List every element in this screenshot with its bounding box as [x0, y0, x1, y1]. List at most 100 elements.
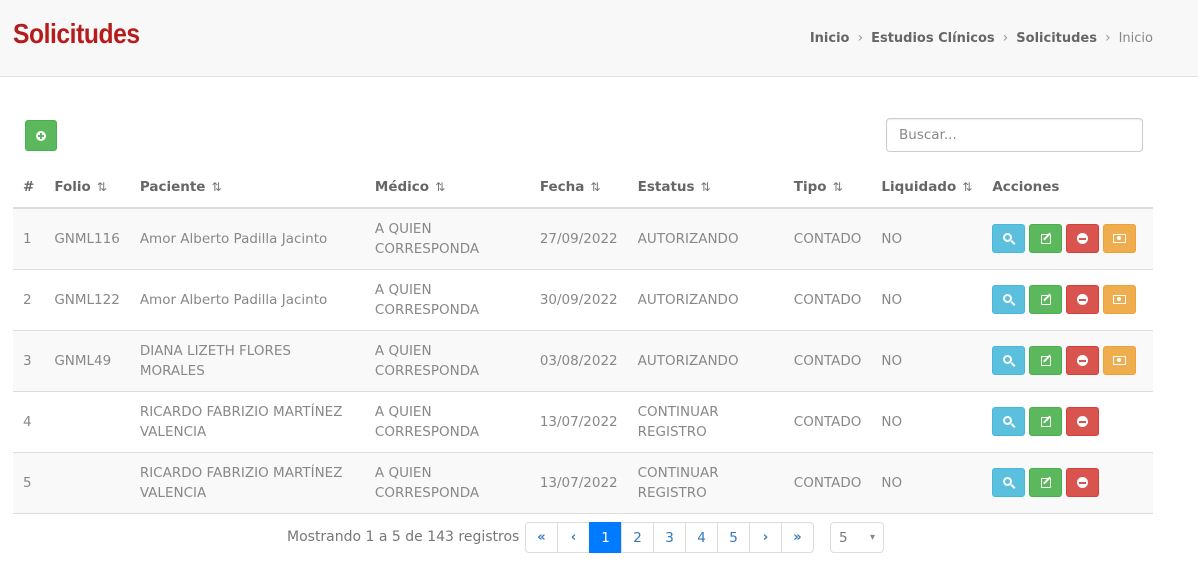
cell-liquidado: NO [871, 207, 983, 269]
edit-button[interactable] [1029, 224, 1063, 254]
sort-icon[interactable]: ⇅ [97, 180, 107, 194]
cell-paciente: RICARDO FABRIZIO MARTÍNEZ VALENCIA [129, 390, 365, 452]
cell-medico: A QUIEN CORRESPONDA [364, 451, 530, 514]
cell-actions [982, 329, 1153, 391]
view-button[interactable] [992, 285, 1026, 314]
cancel-button[interactable] [1066, 346, 1100, 375]
column-header-label: Tipo [793, 178, 827, 195]
sort-icon[interactable]: ⇅ [962, 180, 972, 194]
search-icon [1003, 294, 1013, 303]
sort-icon[interactable]: ⇅ [211, 180, 221, 194]
search-icon [1003, 416, 1013, 425]
column-header-medico[interactable]: Médico ⇅ [364, 166, 530, 209]
cell-tipo: CONTADO [783, 268, 872, 330]
page-button-5[interactable]: 5 [717, 522, 750, 553]
row-actions [992, 346, 1143, 375]
edit-icon [1040, 233, 1051, 244]
cell-liquidado: NO [871, 329, 983, 391]
table-header-row: # Folio ⇅ Paciente ⇅ Médico ⇅ Fecha ⇅ Estatus ⇅ Tip… [13, 166, 1153, 209]
view-button[interactable] [992, 224, 1026, 254]
cell-estatus: AUTORIZANDO [627, 329, 784, 391]
page-button-3[interactable]: 3 [653, 522, 686, 553]
cell-num: 3 [13, 329, 45, 391]
cell-medico: A QUIEN CORRESPONDA [364, 390, 530, 452]
edit-button[interactable] [1029, 346, 1063, 375]
cancel-button[interactable] [1066, 224, 1100, 254]
search-icon [1003, 355, 1013, 364]
cancel-button[interactable] [1066, 407, 1100, 436]
cell-fecha: 27/09/2022 [529, 207, 628, 269]
chevron-down-icon: ▾ [869, 532, 875, 543]
page-title: Solicitudes [13, 18, 140, 49]
page-size-select[interactable]: 5 ▾ [830, 522, 884, 553]
column-header-label: Folio [54, 178, 91, 195]
cell-folio: GNML49 [44, 329, 130, 391]
table-row: 4 RICARDO FABRIZIO MARTÍNEZ VALENCIA A QUI… [13, 390, 1153, 452]
cell-paciente: Amor Alberto Padilla Jacinto [129, 207, 365, 269]
first-page-button[interactable]: « [525, 522, 558, 553]
row-actions [992, 407, 1143, 436]
column-header-label: # [23, 178, 35, 195]
payment-button[interactable] [1103, 224, 1137, 254]
add-request-button[interactable] [25, 120, 57, 151]
cell-fecha: 03/08/2022 [529, 329, 628, 391]
column-header-acciones: Acciones [982, 166, 1153, 209]
next-page-button[interactable]: › [749, 522, 782, 553]
cell-num: 5 [13, 451, 45, 514]
edit-button[interactable] [1029, 407, 1063, 436]
column-header-label: Médico [374, 178, 430, 195]
view-button[interactable] [992, 346, 1026, 375]
table-row: 3 GNML49 DIANA LIZETH FLORES MORALES A QUIE… [13, 329, 1153, 391]
column-header-fecha[interactable]: Fecha ⇅ [529, 166, 628, 209]
cell-tipo: CONTADO [783, 390, 872, 452]
column-header-folio[interactable]: Folio ⇅ [44, 166, 130, 209]
minus-circle-icon [1077, 233, 1089, 245]
cell-fecha: 30/09/2022 [529, 268, 628, 330]
column-header-paciente[interactable]: Paciente ⇅ [129, 166, 365, 209]
requests-table: # Folio ⇅ Paciente ⇅ Médico ⇅ Fecha ⇅ Estatus ⇅ Tip… [13, 166, 1153, 514]
breadcrumb-item-estudios[interactable]: Estudios Clínicos [871, 31, 995, 46]
money-icon [1113, 356, 1127, 365]
cancel-button[interactable] [1066, 285, 1100, 314]
payment-button[interactable] [1103, 346, 1137, 375]
cell-num: 4 [13, 390, 45, 452]
cell-medico: A QUIEN CORRESPONDA [364, 329, 530, 391]
prev-page-button[interactable]: ‹ [557, 522, 590, 553]
edit-icon [1040, 355, 1051, 366]
cell-estatus: AUTORIZANDO [627, 268, 784, 330]
cell-fecha: 13/07/2022 [529, 390, 628, 452]
cell-liquidado: NO [871, 390, 983, 452]
edit-button[interactable] [1029, 285, 1063, 314]
column-header-estatus[interactable]: Estatus ⇅ [627, 166, 784, 209]
breadcrumb-item-solicitudes[interactable]: Solicitudes [1016, 31, 1097, 46]
column-header-label: Paciente [139, 178, 206, 195]
page-button-4[interactable]: 4 [685, 522, 718, 553]
edit-button[interactable] [1029, 468, 1063, 497]
page-button-1[interactable]: 1 [589, 522, 622, 553]
cancel-button[interactable] [1066, 468, 1100, 497]
breadcrumb-separator-icon: › [1104, 30, 1111, 46]
minus-circle-icon [1077, 294, 1089, 305]
column-header-liquidado[interactable]: Liquidado ⇅ [871, 166, 983, 209]
column-header-label: Liquidado [881, 178, 957, 195]
cell-estatus: CONTINUAR REGISTRO [627, 451, 784, 514]
breadcrumb-item-current: Inicio [1118, 30, 1153, 46]
view-button[interactable] [992, 407, 1026, 436]
sort-icon[interactable]: ⇅ [701, 180, 711, 194]
sort-icon[interactable]: ⇅ [833, 180, 843, 194]
breadcrumb-item-inicio[interactable]: Inicio [810, 31, 850, 46]
column-header-label: Acciones [992, 178, 1060, 195]
page-button-2[interactable]: 2 [621, 522, 654, 553]
sort-icon[interactable]: ⇅ [435, 180, 445, 194]
search-input[interactable] [886, 118, 1143, 152]
cell-liquidado: NO [871, 451, 983, 514]
last-page-button[interactable]: » [781, 522, 814, 553]
cell-tipo: CONTADO [783, 451, 872, 514]
payment-button[interactable] [1103, 285, 1137, 314]
page-header: Solicitudes Inicio › Estudios Clínicos ›… [0, 0, 1198, 77]
view-button[interactable] [992, 468, 1026, 497]
page-size-value: 5 [839, 529, 848, 546]
column-header-tipo[interactable]: Tipo ⇅ [783, 166, 872, 209]
edit-icon [1040, 477, 1051, 488]
sort-icon[interactable]: ⇅ [590, 180, 600, 194]
